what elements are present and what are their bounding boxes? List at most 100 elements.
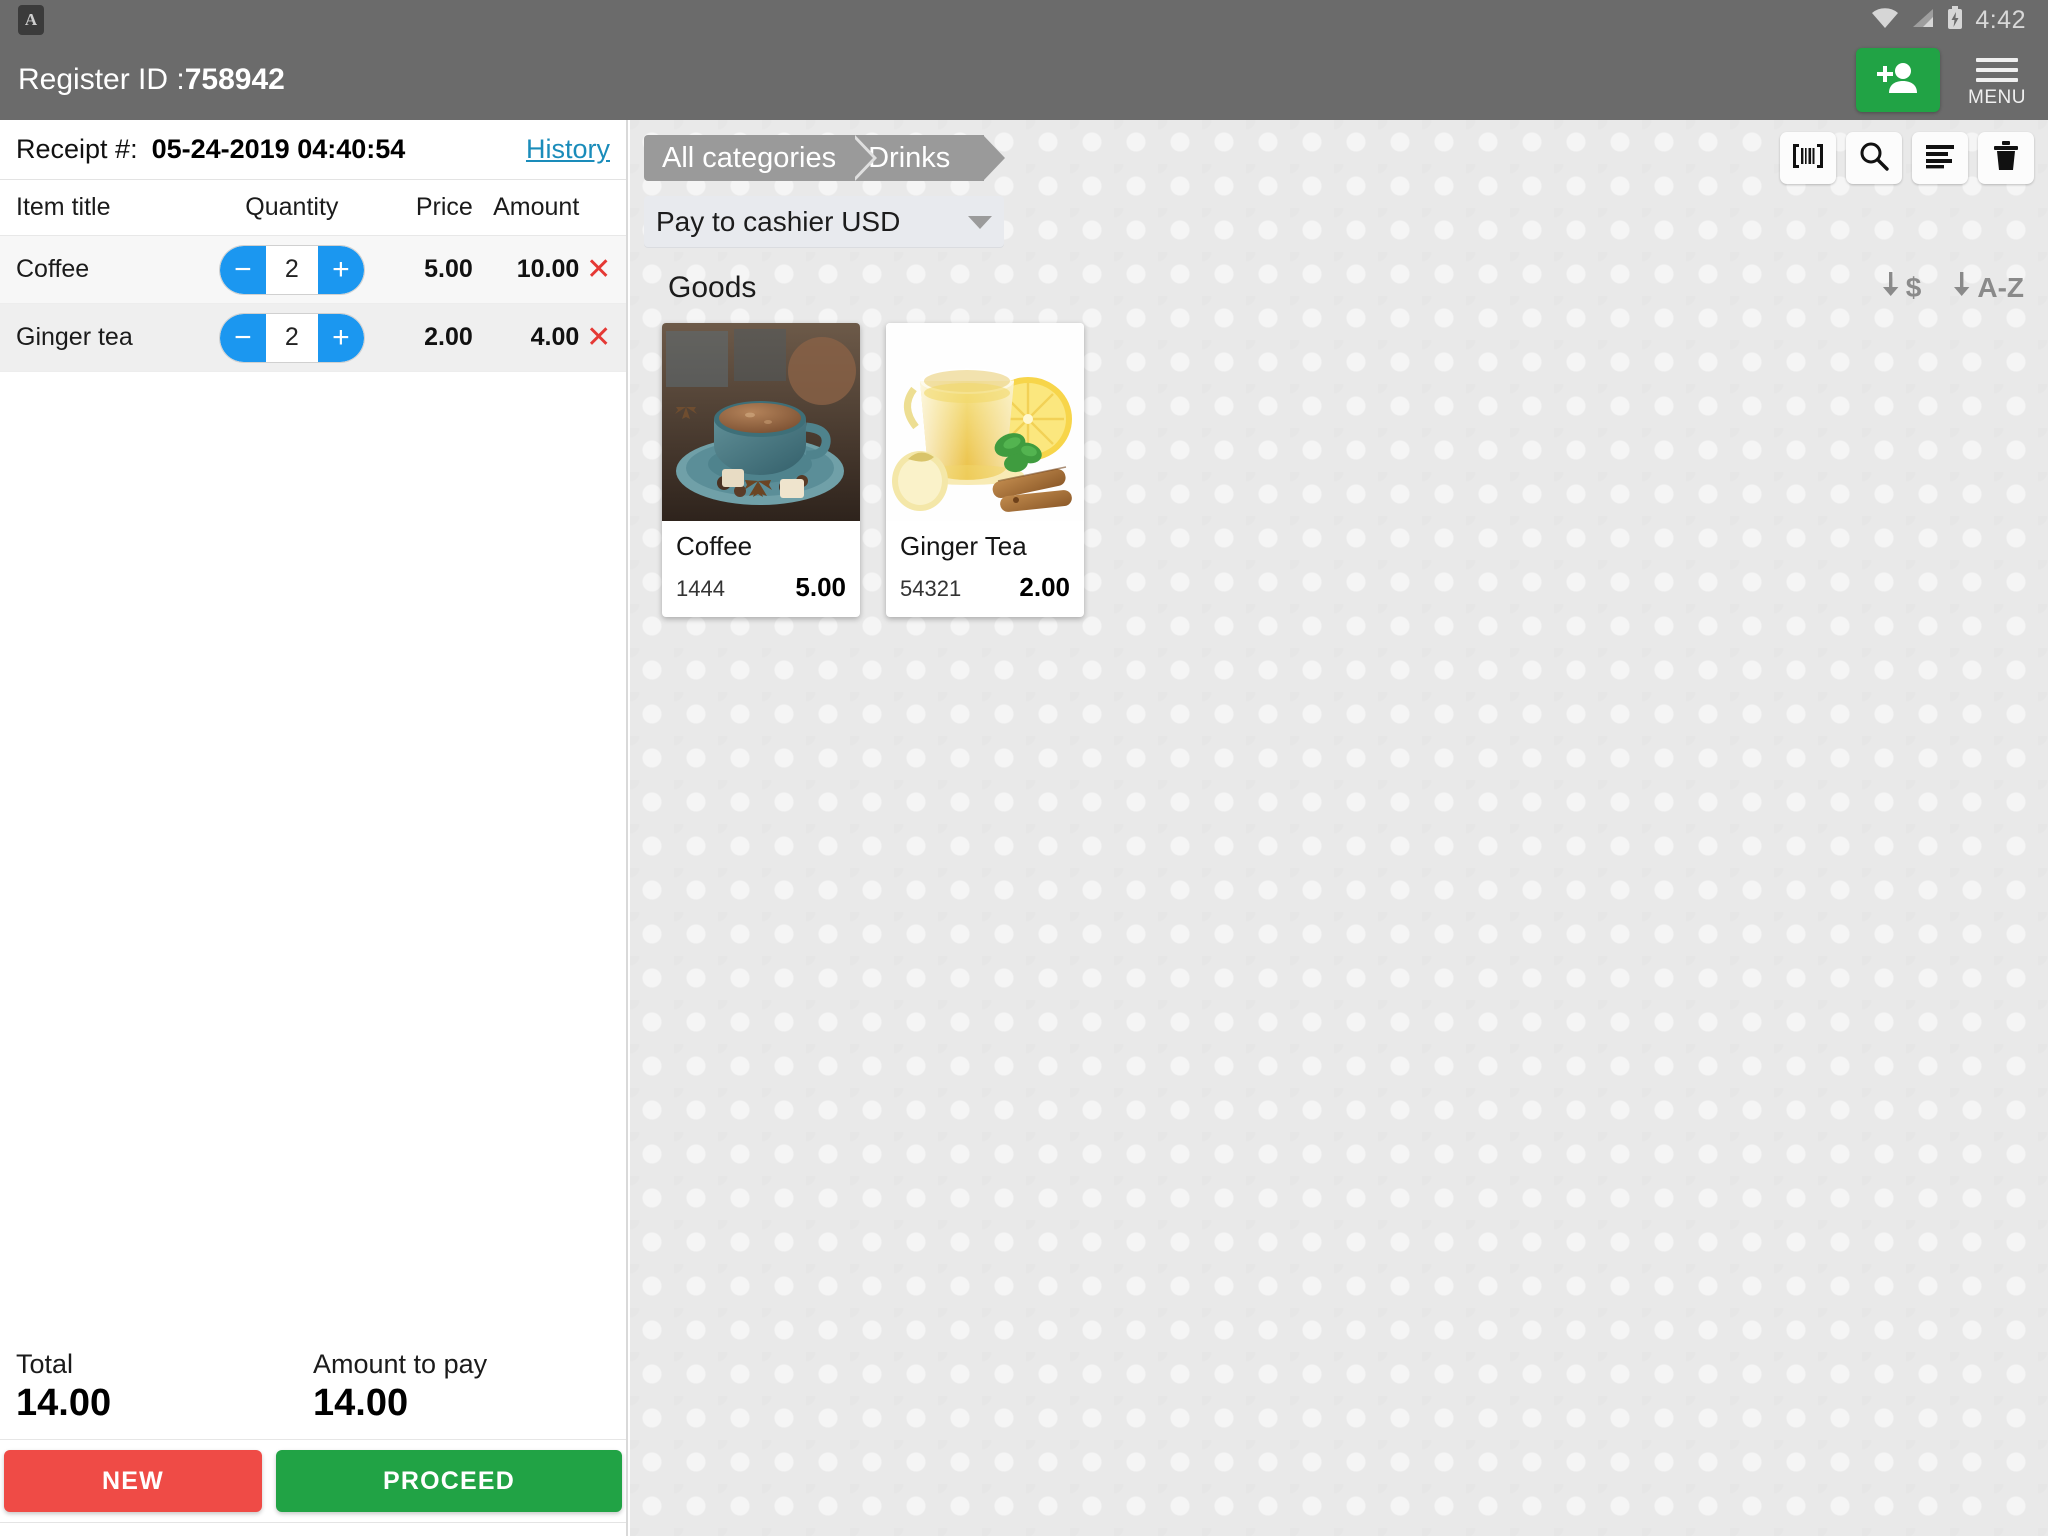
- sort-price-label: $: [1905, 271, 1922, 303]
- product-price: 5.00: [795, 572, 846, 602]
- increase-quantity-button[interactable]: +: [317, 313, 364, 362]
- product-meta: 54321 2.00: [900, 572, 1070, 603]
- item-title: Coffee: [16, 255, 90, 283]
- item-price: 5.00: [424, 255, 473, 283]
- quantity-value[interactable]: 2: [265, 313, 318, 362]
- barcode-scan-button[interactable]: [1780, 132, 1836, 184]
- total-value: 14.00: [16, 1382, 112, 1424]
- item-amount: 10.00: [516, 255, 580, 283]
- app-notification-icon: A: [18, 5, 44, 35]
- breadcrumb-label: Drinks: [868, 141, 951, 174]
- product-image-ginger-tea: [886, 323, 1084, 521]
- chevron-right-icon: [851, 135, 874, 181]
- table-row[interactable]: Ginger tea − 2 + 2.00 4.00 ✕: [0, 304, 626, 372]
- payment-mode-select[interactable]: Pay to cashier USD: [644, 196, 1004, 248]
- product-card-ginger-tea[interactable]: Ginger Tea 54321 2.00: [886, 323, 1084, 617]
- pos-app-window: A 4:42 Register ID :758942 MENU Receipt …: [0, 0, 2048, 1536]
- column-header-amount: Amount: [493, 193, 580, 221]
- history-link[interactable]: History: [526, 134, 610, 165]
- product-name: Coffee: [676, 531, 753, 561]
- app-header-actions: MENU: [1856, 40, 2048, 120]
- goods-panel: All categories Drinks Pay to cashier USD…: [630, 120, 2048, 1536]
- chevron-right-icon: [983, 135, 1006, 181]
- remove-item-icon[interactable]: ✕: [579, 252, 618, 287]
- receipt-actions: NEW PROCEED: [0, 1439, 626, 1522]
- receipt-label: Receipt #:: [16, 134, 138, 164]
- android-status-bar: A 4:42: [0, 0, 2048, 40]
- goods-grid: Coffee 1444 5.00 Ginger Tea 54321 2.00: [630, 315, 2048, 617]
- receipt-empty-area: [0, 372, 626, 1331]
- wifi-icon: [1871, 7, 1899, 34]
- quantity-stepper[interactable]: − 2 +: [219, 245, 364, 294]
- proceed-button[interactable]: PROCEED: [276, 1450, 622, 1512]
- item-amount: 4.00: [530, 323, 580, 351]
- payment-mode-value: Pay to cashier USD: [656, 206, 901, 237]
- column-header-quantity: Quantity: [245, 193, 339, 221]
- amount-to-pay-label: Amount to pay: [313, 1349, 488, 1379]
- receipt-table-header: Item title Quantity Price Amount: [0, 180, 626, 236]
- signal-icon: [1911, 7, 1935, 34]
- decrease-quantity-button[interactable]: −: [219, 313, 266, 362]
- product-sku: 1444: [676, 576, 725, 601]
- chevron-down-icon: [968, 215, 992, 229]
- product-name: Ginger Tea: [900, 531, 1027, 561]
- register-id-display: Register ID :758942: [18, 63, 285, 97]
- breadcrumb-label: All categories: [662, 141, 837, 174]
- product-info-ginger-tea: Ginger Tea 54321 2.00: [886, 521, 1084, 617]
- sort-by-price-button[interactable]: $: [1880, 270, 1922, 305]
- receipt-panel: Receipt #: 05-24-2019 04:40:54 History I…: [0, 120, 628, 1536]
- item-price: 2.00: [424, 323, 473, 351]
- receipt-number: 05-24-2019 04:40:54: [151, 134, 406, 164]
- quantity-cell: − 2 +: [215, 313, 368, 362]
- product-info-coffee: Coffee 1444 5.00: [662, 521, 860, 617]
- bottom-strip: [0, 1522, 626, 1536]
- search-button[interactable]: [1846, 132, 1902, 184]
- goods-section-header: Goods $ A-Z: [630, 248, 2048, 315]
- receipt-item-list: Coffee − 2 + 5.00 10.00 ✕ Ginger tea − 2…: [0, 236, 626, 372]
- product-card-coffee[interactable]: Coffee 1444 5.00: [662, 323, 860, 617]
- register-id-value: 758942: [184, 63, 285, 96]
- barcode-icon: [1791, 142, 1825, 175]
- decrease-quantity-button[interactable]: −: [219, 245, 266, 294]
- app-header-bar: Register ID :758942 MENU: [0, 40, 2048, 120]
- goods-toolbar: [1780, 132, 2034, 184]
- hamburger-icon: [1976, 57, 2018, 82]
- total-label: Total: [16, 1349, 74, 1379]
- total-block: Total 14.00: [16, 1349, 313, 1425]
- sort-alpha-label: A-Z: [1977, 271, 2024, 303]
- product-price: 2.00: [1019, 572, 1070, 602]
- goods-section-title: Goods: [668, 270, 757, 304]
- payment-mode-row: Pay to cashier USD: [630, 196, 2048, 248]
- sort-controls: $ A-Z: [1880, 270, 2024, 305]
- breadcrumb-item-all-categories[interactable]: All categories: [644, 135, 878, 181]
- item-title: Ginger tea: [16, 323, 133, 351]
- column-header-item-title: Item title: [16, 193, 111, 221]
- menu-button-label: MENU: [1968, 86, 2026, 108]
- search-icon: [1858, 140, 1890, 177]
- receipt-header: Receipt #: 05-24-2019 04:40:54 History: [0, 120, 626, 180]
- new-receipt-button[interactable]: NEW: [4, 1450, 262, 1512]
- increase-quantity-button[interactable]: +: [317, 245, 364, 294]
- arrow-down-icon: [1951, 270, 1973, 305]
- amount-to-pay-value: 14.00: [313, 1382, 409, 1424]
- product-image-coffee: [662, 323, 860, 521]
- sort-alphabetical-button[interactable]: A-Z: [1951, 270, 2024, 305]
- add-customer-button[interactable]: [1856, 48, 1940, 112]
- quantity-value[interactable]: 2: [265, 245, 318, 294]
- trash-icon: [1991, 140, 2021, 177]
- remove-item-icon[interactable]: ✕: [579, 320, 618, 355]
- menu-button[interactable]: MENU: [1962, 52, 2032, 109]
- column-header-price: Price: [415, 193, 473, 221]
- status-bar-clock: 4:42: [1975, 5, 2026, 34]
- table-row[interactable]: Coffee − 2 + 5.00 10.00 ✕: [0, 236, 626, 304]
- quantity-cell: − 2 +: [215, 245, 368, 294]
- arrow-down-icon: [1880, 270, 1902, 305]
- product-meta: 1444 5.00: [676, 572, 846, 603]
- battery-charging-icon: [1947, 5, 1963, 35]
- quantity-stepper[interactable]: − 2 +: [219, 313, 364, 362]
- receipt-totals: Total 14.00 Amount to pay 14.00: [0, 1331, 626, 1439]
- goods-top-bar: All categories Drinks: [630, 120, 2048, 196]
- breadcrumb: All categories Drinks: [644, 135, 1006, 181]
- delete-button[interactable]: [1978, 132, 2034, 184]
- list-view-button[interactable]: [1912, 132, 1968, 184]
